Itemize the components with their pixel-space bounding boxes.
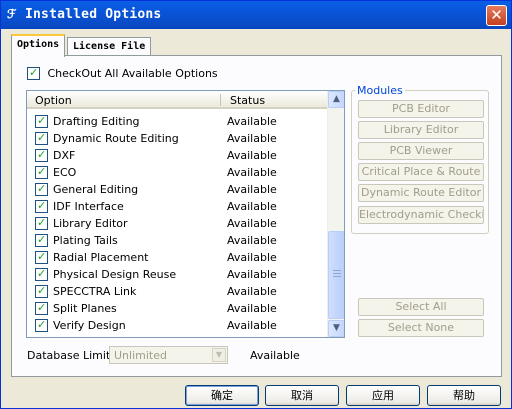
list-item[interactable]: Plating Tails Available [27,232,328,249]
cancel-button[interactable]: 取消 [265,385,339,406]
module-button-electrodynamic-checking[interactable]: Electrodynamic Checking [358,206,484,224]
option-status: Available [227,115,277,128]
list-item[interactable]: SPECCTRA Link Available [27,283,328,300]
checkout-all-checkbox[interactable] [27,66,40,80]
module-button-pcb-editor[interactable]: PCB Editor [358,100,484,118]
chevron-up-icon: ▲ [333,94,340,104]
option-checkbox[interactable] [35,318,48,332]
option-name: Split Planes [53,302,117,315]
column-header-status[interactable]: Status [230,94,265,107]
option-name: SPECCTRA Link [53,285,137,298]
grip-line [333,276,341,277]
option-checkbox[interactable] [35,199,48,213]
tab-options[interactable]: Options [11,34,66,57]
option-checkbox[interactable] [35,182,48,196]
option-status: Available [227,217,277,230]
apply-button[interactable]: 应用 [346,385,420,406]
option-checkbox[interactable] [35,216,48,230]
option-name: Radial Placement [53,251,149,264]
option-status: Available [227,234,277,247]
chevron-down-icon[interactable]: ▼ [212,348,226,362]
list-item[interactable]: IDF Interface Available [27,198,328,215]
list-item[interactable]: Library Editor Available [27,215,328,232]
option-status: Available [227,132,277,145]
window-title: Installed Options [25,7,162,22]
database-limit-label: Database Limit: [27,349,114,362]
installed-options-dialog: ℱ Installed Options ✕ Options License Fi… [0,0,512,409]
option-name: Physical Design Reuse [53,268,177,281]
list-item[interactable]: General Editing Available [27,181,328,198]
option-name: IDF Interface [53,200,124,213]
module-button-library-editor[interactable]: Library Editor [358,121,484,139]
option-checkbox[interactable] [35,301,48,315]
option-status: Available [227,149,277,162]
scroll-up-button[interactable]: ▲ [328,91,344,108]
option-checkbox[interactable] [35,131,48,145]
module-button-pcb-viewer[interactable]: PCB Viewer [358,142,484,160]
help-button[interactable]: 帮助 [427,385,501,406]
list-item[interactable]: Split Planes Available [27,300,328,317]
list-item[interactable]: Physical Design Reuse Available [27,266,328,283]
option-checkbox[interactable] [35,114,48,128]
option-name: Verify Design [53,319,126,332]
grip-line [333,270,341,271]
option-status: Available [227,285,277,298]
close-button[interactable]: ✕ [486,5,507,26]
option-checkbox[interactable] [35,233,48,247]
option-status: Available [227,319,277,332]
title-bar[interactable]: ℱ Installed Options ✕ [1,1,511,29]
close-icon: ✕ [490,6,503,24]
select-none-button[interactable]: Select None [358,319,484,337]
option-name: General Editing [53,183,139,196]
tab-license-file[interactable]: License File [67,37,152,57]
column-header-option[interactable]: Option [35,94,72,107]
option-status: Available [227,268,277,281]
scroll-thumb[interactable] [328,231,344,319]
option-status: Available [227,251,277,264]
list-item[interactable]: ECO Available [27,164,328,181]
list-item[interactable]: Verify Design Available [27,317,328,334]
option-checkbox[interactable] [35,148,48,162]
list-header: Option Status [27,91,328,109]
option-status: Available [227,183,277,196]
grip-line [333,273,341,274]
option-name: ECO [53,166,77,179]
chevron-down-icon: ▼ [333,323,340,333]
database-limit-value: Unlimited [114,349,167,362]
option-status: Available [227,200,277,213]
option-name: Library Editor [53,217,128,230]
ok-button[interactable]: 确定 [185,385,259,406]
options-list: Option Status Drafting EditingAvailableD… [26,90,345,338]
module-button-dynamic-route-editor[interactable]: Dynamic Route Editor [358,184,484,202]
module-button-critical-place-route[interactable]: Critical Place & Route [358,163,484,181]
option-status: Available [227,166,277,179]
column-divider[interactable] [220,94,221,106]
database-limit-select[interactable]: Unlimited ▼ [109,346,228,364]
checkout-all-label: CheckOut All Available Options [47,66,218,80]
option-checkbox[interactable] [35,165,48,179]
list-item[interactable]: DXF Available [27,147,328,164]
option-name: DXF [53,149,76,162]
option-status: Available [227,302,277,315]
list-scrollbar[interactable]: ▲ ▼ [327,91,344,337]
checkout-all-option[interactable]: CheckOut All Available Options [27,66,218,82]
list-item[interactable]: Drafting Editing Available [27,113,328,130]
app-icon: ℱ [7,7,17,21]
option-name: Plating Tails [53,234,118,247]
option-checkbox[interactable] [35,284,48,298]
select-all-button[interactable]: Select All [358,298,484,316]
list-item[interactable]: Dynamic Route Editing Available [27,130,328,147]
scroll-down-button[interactable]: ▼ [328,320,344,337]
option-name: Dynamic Route Editing [53,132,179,145]
list-item[interactable]: Radial Placement Available [27,249,328,266]
database-limit-status: Available [250,349,300,362]
option-checkbox[interactable] [35,267,48,281]
modules-group-title: Modules [355,84,405,97]
option-checkbox[interactable] [35,250,48,264]
option-name: Drafting Editing [53,115,140,128]
